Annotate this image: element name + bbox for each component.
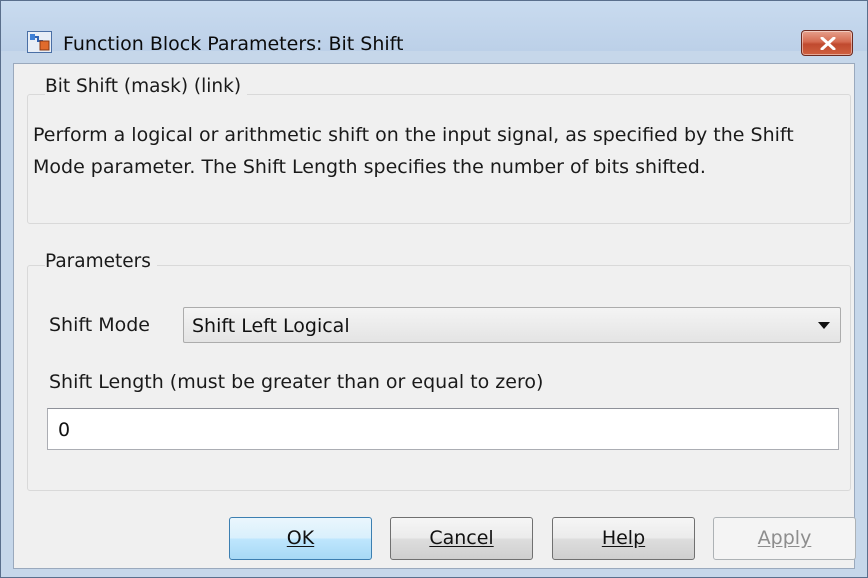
help-button[interactable]: Help — [552, 517, 695, 560]
shift-length-input[interactable]: 0 — [47, 408, 839, 450]
apply-button[interactable]: Apply — [713, 517, 856, 560]
close-icon — [820, 37, 836, 50]
cancel-button-label: Cancel — [429, 527, 494, 549]
block-header: Bit Shift (mask) (link) — [45, 76, 248, 98]
window-title: Function Block Parameters: Bit Shift — [63, 33, 404, 55]
ok-button-label: OK — [286, 527, 315, 549]
chevron-down-icon — [818, 322, 830, 329]
shift-mode-label: Shift Mode — [49, 314, 150, 336]
apply-button-label: Apply — [757, 527, 812, 549]
close-button[interactable] — [801, 30, 853, 56]
ok-button[interactable]: OK — [229, 517, 372, 560]
title-bar[interactable]: Function Block Parameters: Bit Shift — [1, 1, 867, 56]
shift-mode-selected-value: Shift Left Logical — [192, 315, 350, 337]
cancel-button[interactable]: Cancel — [390, 517, 533, 560]
parameters-header: Parameters — [45, 251, 157, 273]
shift-length-value: 0 — [58, 419, 71, 441]
simulink-app-icon — [27, 31, 52, 53]
shift-mode-dropdown[interactable]: Shift Left Logical — [183, 307, 841, 343]
shift-length-label: Shift Length (must be greater than or eq… — [49, 371, 544, 393]
dialog-window: Function Block Parameters: Bit Shift Bit… — [0, 0, 868, 578]
help-button-label: Help — [601, 527, 646, 549]
block-description: Perform a logical or arithmetic shift on… — [33, 124, 794, 178]
